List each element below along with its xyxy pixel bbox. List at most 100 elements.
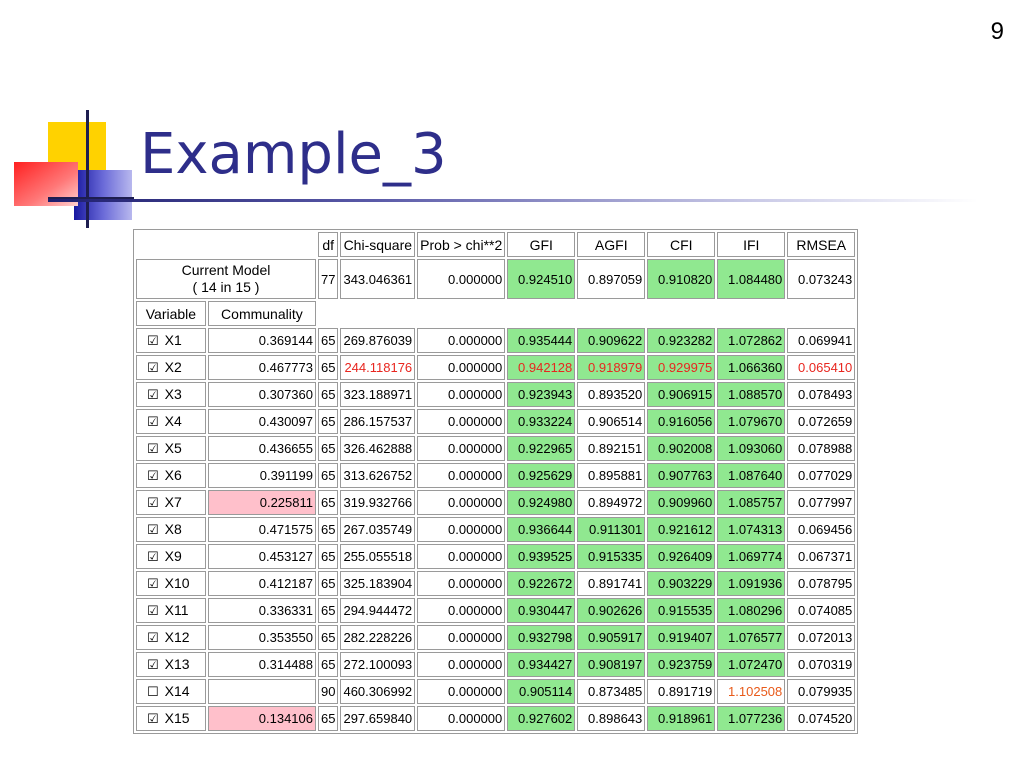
agfi-cell: 0.873485 bbox=[577, 679, 646, 704]
variable-label: X7 bbox=[164, 494, 182, 510]
checkbox-checked-icon[interactable]: ☑ bbox=[147, 415, 159, 430]
agfi-cell: 0.892151 bbox=[577, 436, 646, 461]
rmsea-cell: 0.077997 bbox=[787, 490, 856, 515]
prob-cell: 0.000000 bbox=[417, 706, 506, 731]
ifi-cell: 1.093060 bbox=[717, 436, 786, 461]
rmsea-cell: 0.078988 bbox=[787, 436, 856, 461]
comm-cell: 0.391199 bbox=[207, 463, 316, 488]
checkbox-unchecked-icon[interactable]: ☐ bbox=[147, 685, 159, 700]
checkbox-checked-icon[interactable]: ☑ bbox=[147, 334, 159, 349]
prob-cell: 0.000000 bbox=[417, 436, 506, 461]
table-row: ☑ X12 0.353550 65 282.228226 0.000000 0.932798… bbox=[136, 625, 856, 650]
agfi-cell: 0.909622 bbox=[577, 328, 646, 353]
checkbox-checked-icon[interactable]: ☑ bbox=[147, 550, 159, 565]
current-model-label: Current Model ( 14 in 15 ) bbox=[136, 259, 316, 299]
table-row: ☑ X13 0.314488 65 272.100093 0.000000 0.934427… bbox=[136, 652, 856, 677]
cfi-cell: 0.903229 bbox=[647, 571, 716, 596]
checkbox-checked-icon[interactable]: ☑ bbox=[147, 577, 159, 592]
gfi-cell: 0.922965 bbox=[507, 436, 576, 461]
current-model-prob: 0.000000 bbox=[417, 259, 506, 299]
table-row: ☑ X10 0.412187 65 325.183904 0.000000 0.922672… bbox=[136, 571, 856, 596]
agfi-cell: 0.911301 bbox=[577, 517, 646, 542]
variable-cell: ☑ X3 bbox=[136, 382, 206, 407]
rmsea-cell: 0.065410 bbox=[787, 355, 856, 380]
table-row: ☐ X14 90 460.306992 0.000000 0.905114 0.873485… bbox=[136, 679, 856, 704]
variable-label: X11 bbox=[164, 602, 189, 618]
header-agfi: AGFI bbox=[577, 232, 646, 257]
model-fit-table-container: df Chi-square Prob > chi**2 GFI AGFI CFI… bbox=[133, 229, 859, 734]
cfi-cell: 0.915535 bbox=[647, 598, 716, 623]
ifi-cell: 1.079670 bbox=[717, 409, 786, 434]
comm-cell: 0.467773 bbox=[207, 355, 316, 380]
header-df: df bbox=[318, 232, 339, 257]
variable-cell: ☑ X10 bbox=[136, 571, 206, 596]
checkbox-checked-icon[interactable]: ☑ bbox=[147, 523, 159, 538]
gfi-cell: 0.934427 bbox=[507, 652, 576, 677]
header-chi-square: Chi-square bbox=[340, 232, 416, 257]
gfi-cell: 0.925629 bbox=[507, 463, 576, 488]
df-cell: 65 bbox=[318, 652, 339, 677]
comm-cell: 0.369144 bbox=[207, 328, 316, 353]
header-cfi: CFI bbox=[647, 232, 716, 257]
checkbox-checked-icon[interactable]: ☑ bbox=[147, 604, 159, 619]
cfi-cell: 0.923759 bbox=[647, 652, 716, 677]
checkbox-checked-icon[interactable]: ☑ bbox=[147, 658, 159, 673]
variable-cell: ☑ X2 bbox=[136, 355, 206, 380]
cfi-cell: 0.891719 bbox=[647, 679, 716, 704]
variable-cell: ☑ X13 bbox=[136, 652, 206, 677]
prob-cell: 0.000000 bbox=[417, 598, 506, 623]
ifi-cell: 1.072470 bbox=[717, 652, 786, 677]
df-cell: 65 bbox=[318, 436, 339, 461]
chisq-cell: 313.626752 bbox=[340, 463, 416, 488]
df-cell: 65 bbox=[318, 382, 339, 407]
variable-cell: ☑ X11 bbox=[136, 598, 206, 623]
agfi-cell: 0.918979 bbox=[577, 355, 646, 380]
variable-label: X5 bbox=[164, 440, 182, 456]
checkbox-checked-icon[interactable]: ☑ bbox=[147, 469, 159, 484]
checkbox-checked-icon[interactable]: ☑ bbox=[147, 442, 159, 457]
comm-cell: 0.225811 bbox=[207, 490, 316, 515]
comm-cell: 0.353550 bbox=[207, 625, 316, 650]
current-model-row: Current Model ( 14 in 15 ) 77 343.046361… bbox=[136, 259, 856, 299]
header-variable: Variable bbox=[136, 301, 206, 326]
rmsea-cell: 0.074085 bbox=[787, 598, 856, 623]
variable-label: X14 bbox=[164, 683, 190, 699]
chisq-cell: 319.932766 bbox=[340, 490, 416, 515]
slide-number: 9 bbox=[990, 18, 1004, 45]
agfi-cell: 0.905917 bbox=[577, 625, 646, 650]
ifi-cell: 1.080296 bbox=[717, 598, 786, 623]
ifi-cell: 1.069774 bbox=[717, 544, 786, 569]
comm-cell: 0.471575 bbox=[207, 517, 316, 542]
rmsea-cell: 0.069456 bbox=[787, 517, 856, 542]
checkbox-checked-icon[interactable]: ☑ bbox=[147, 712, 159, 727]
checkbox-checked-icon[interactable]: ☑ bbox=[147, 496, 159, 511]
title-underline bbox=[48, 199, 978, 202]
ifi-cell: 1.091936 bbox=[717, 571, 786, 596]
current-model-df: 77 bbox=[318, 259, 339, 299]
table-row: ☑ X8 0.471575 65 267.035749 0.000000 0.936644 0… bbox=[136, 517, 856, 542]
variable-cell: ☑ X7 bbox=[136, 490, 206, 515]
checkbox-checked-icon[interactable]: ☑ bbox=[147, 388, 159, 403]
sub-header-spacer bbox=[318, 301, 855, 326]
df-cell: 65 bbox=[318, 598, 339, 623]
rmsea-cell: 0.072013 bbox=[787, 625, 856, 650]
gfi-cell: 0.927602 bbox=[507, 706, 576, 731]
ifi-cell: 1.087640 bbox=[717, 463, 786, 488]
df-cell: 65 bbox=[318, 463, 339, 488]
prob-cell: 0.000000 bbox=[417, 679, 506, 704]
chisq-cell: 244.118176 bbox=[340, 355, 416, 380]
comm-cell bbox=[207, 679, 316, 704]
checkbox-checked-icon[interactable]: ☑ bbox=[147, 361, 159, 376]
current-model-gfi: 0.924510 bbox=[507, 259, 576, 299]
prob-cell: 0.000000 bbox=[417, 355, 506, 380]
model-fit-table: df Chi-square Prob > chi**2 GFI AGFI CFI… bbox=[133, 229, 859, 734]
rmsea-cell: 0.070319 bbox=[787, 652, 856, 677]
checkbox-checked-icon[interactable]: ☑ bbox=[147, 631, 159, 646]
comm-cell: 0.336331 bbox=[207, 598, 316, 623]
variable-label: X2 bbox=[164, 359, 182, 375]
gfi-cell: 0.932798 bbox=[507, 625, 576, 650]
variable-cell: ☑ X15 bbox=[136, 706, 206, 731]
gfi-cell: 0.924980 bbox=[507, 490, 576, 515]
agfi-cell: 0.893520 bbox=[577, 382, 646, 407]
cfi-cell: 0.902008 bbox=[647, 436, 716, 461]
